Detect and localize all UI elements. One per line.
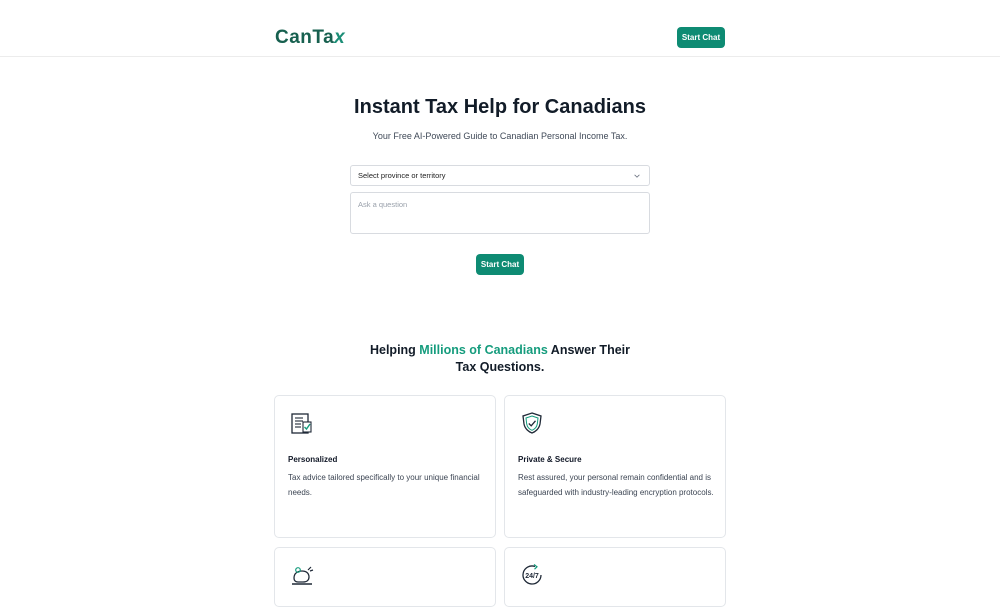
card-description: Rest assured, your personal remain confi…	[518, 473, 714, 497]
features-title-highlight: Millions of Canadians	[419, 343, 548, 357]
card-description: Tax advice tailored specifically to your…	[288, 473, 480, 497]
top-header: CanTax Start Chat	[0, 0, 1000, 57]
card-title: Private & Secure	[518, 455, 582, 464]
province-select[interactable]: Select province or territory	[350, 165, 650, 186]
24-7-icon: 24/7	[522, 564, 542, 585]
features-title: Helping Millions of Canadians Answer The…	[360, 342, 640, 376]
shield-check-icon	[522, 412, 542, 434]
document-icon	[291, 413, 312, 434]
feature-card-availability: 24/7	[504, 547, 726, 607]
cantax-logo[interactable]: CanTax	[275, 27, 345, 49]
start-chat-button[interactable]: Start Chat	[476, 254, 524, 275]
hero-subtitle: Your Free AI-Powered Guide to Canadian P…	[372, 131, 628, 141]
chevron-down-icon	[634, 174, 640, 178]
question-input[interactable]: Ask a question	[350, 192, 650, 234]
hero-title: Instant Tax Help for Canadians	[354, 96, 646, 118]
icon-24-7-text: 24/7	[525, 573, 539, 580]
province-select-value: Select province or territory	[358, 171, 446, 180]
feature-card-personalized: Personalized Tax advice tailored specifi…	[274, 395, 496, 538]
feature-card-savings	[274, 547, 496, 607]
feature-card-private-secure: Private & Secure Rest assured, your pers…	[504, 395, 726, 538]
features-title-pre: Helping	[369, 343, 420, 357]
piggy-bank-icon	[292, 566, 314, 585]
logo-x: x	[334, 27, 346, 48]
card-title: Personalized	[288, 455, 338, 464]
logo-text: CanTa	[275, 27, 335, 48]
header-start-chat-button[interactable]: Start Chat	[677, 27, 725, 48]
question-placeholder: Ask a question	[358, 200, 408, 209]
